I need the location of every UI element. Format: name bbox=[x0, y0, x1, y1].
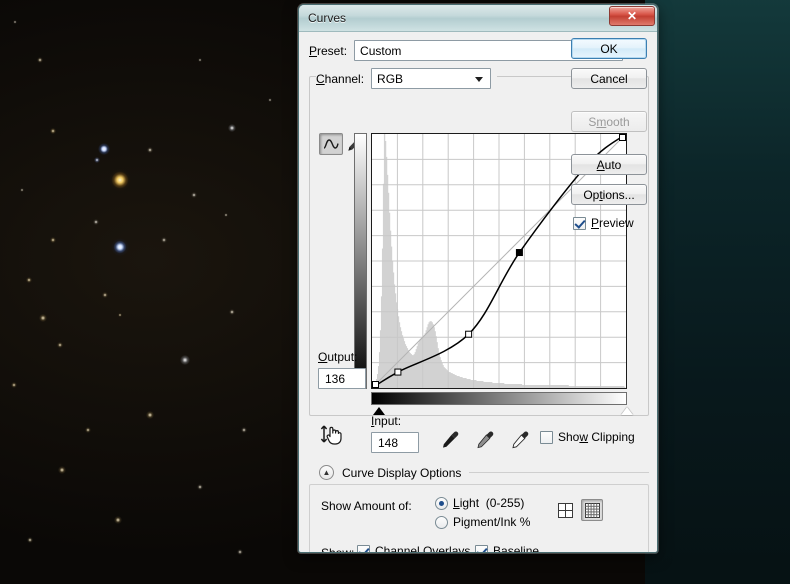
baseline-box[interactable] bbox=[475, 545, 488, 554]
grid-ten-percent-button[interactable] bbox=[581, 499, 603, 521]
dialog-body: Preset: Custom Channel: RGB bbox=[299, 32, 657, 553]
black-point-eyedropper-icon bbox=[441, 430, 460, 449]
show-clipping-checkbox[interactable]: Show Clipping bbox=[540, 430, 635, 444]
set-white-point-eyedropper[interactable] bbox=[509, 428, 531, 450]
set-gray-point-eyedropper[interactable] bbox=[474, 428, 496, 450]
channel-overlays-checkbox[interactable]: Channel Overlays bbox=[357, 544, 470, 553]
grid-2x2-icon bbox=[558, 503, 573, 518]
options-button-label: Options... bbox=[583, 188, 634, 202]
smooth-button-label: Smooth bbox=[588, 115, 629, 129]
baseline-checkbox[interactable]: Baseline bbox=[475, 544, 539, 553]
dialog-titlebar[interactable]: Curves ✕ bbox=[299, 5, 657, 32]
on-image-adjust-tool[interactable] bbox=[319, 424, 345, 453]
curves-dialog: Curves ✕ Preset: Custom Channel: RGB bbox=[298, 4, 658, 553]
preview-checkbox[interactable]: Preview bbox=[573, 216, 647, 230]
smooth-button: Smooth bbox=[571, 111, 647, 132]
grid-quarter-tone-button[interactable] bbox=[554, 499, 576, 521]
ok-button[interactable]: OK bbox=[571, 38, 647, 59]
options-button[interactable]: Options... bbox=[571, 184, 647, 205]
preset-label: Preset: bbox=[309, 44, 347, 58]
close-icon: ✕ bbox=[627, 9, 637, 23]
grid-toggle-group bbox=[554, 499, 603, 521]
eyedropper-group bbox=[439, 428, 531, 450]
auto-button[interactable]: Auto bbox=[571, 154, 647, 175]
auto-button-label: Auto bbox=[597, 158, 622, 172]
channel-row: Channel: RGB bbox=[316, 68, 497, 89]
curve-edit-icon bbox=[323, 137, 339, 151]
input-field[interactable]: 148 bbox=[371, 432, 419, 453]
curve-point[interactable] bbox=[466, 331, 472, 337]
input-gradient-bar bbox=[371, 392, 627, 405]
white-point-slider[interactable] bbox=[621, 407, 633, 415]
gray-point-eyedropper-icon bbox=[476, 430, 495, 449]
light-radio[interactable] bbox=[435, 497, 448, 510]
collapse-chevron-up-icon[interactable]: ▲ bbox=[319, 465, 334, 480]
input-block: Input: 148 bbox=[371, 414, 419, 453]
grid-4x4-icon bbox=[585, 503, 600, 518]
baseline-label: Baseline bbox=[493, 544, 539, 553]
amount-radio-group: Light (0-255) Pigment/Ink % bbox=[435, 496, 530, 529]
channel-dropdown[interactable]: RGB bbox=[371, 68, 491, 89]
input-label: Input: bbox=[371, 414, 419, 428]
show-amount-label: Show Amount of: bbox=[321, 499, 412, 513]
pigment-radio[interactable] bbox=[435, 516, 448, 529]
preview-label: Preview bbox=[591, 216, 634, 230]
input-value: 148 bbox=[378, 436, 398, 450]
dialog-button-column: OK Cancel Smooth Auto Options... Preview bbox=[571, 38, 647, 230]
set-black-point-eyedropper[interactable] bbox=[439, 428, 461, 450]
output-block: Output: 136 bbox=[318, 350, 366, 389]
output-value: 136 bbox=[325, 372, 345, 386]
curve-point-selected[interactable] bbox=[516, 250, 522, 256]
close-button[interactable]: ✕ bbox=[609, 6, 655, 26]
pigment-radio-label: Pigment/Ink % bbox=[453, 515, 530, 529]
curve-display-options-header[interactable]: ▲ Curve Display Options bbox=[319, 465, 649, 480]
curve-display-options-title: Curve Display Options bbox=[342, 466, 461, 480]
curve-point[interactable] bbox=[373, 382, 379, 388]
cancel-button[interactable]: Cancel bbox=[571, 68, 647, 89]
cancel-button-label: Cancel bbox=[590, 72, 627, 86]
output-label: Output: bbox=[318, 350, 366, 364]
pigment-radio-option[interactable]: Pigment/Ink % bbox=[435, 515, 530, 529]
channel-overlays-label: Channel Overlays bbox=[375, 544, 470, 553]
ok-button-label: OK bbox=[600, 42, 617, 56]
show-clipping-box[interactable] bbox=[540, 431, 553, 444]
light-radio-label: Light (0-255) bbox=[453, 496, 524, 510]
preview-box[interactable] bbox=[573, 217, 586, 230]
chevron-down-icon bbox=[475, 77, 483, 82]
light-radio-option[interactable]: Light (0-255) bbox=[435, 496, 530, 510]
section-divider bbox=[469, 472, 649, 473]
dialog-title: Curves bbox=[308, 11, 346, 25]
on-image-adjust-icon bbox=[319, 424, 345, 448]
channel-value: RGB bbox=[377, 72, 403, 86]
channel-overlays-box[interactable] bbox=[357, 545, 370, 554]
preset-value: Custom bbox=[360, 44, 401, 58]
output-field[interactable]: 136 bbox=[318, 368, 366, 389]
channel-label: Channel: bbox=[316, 72, 364, 86]
curve-edit-tool-button[interactable] bbox=[319, 133, 343, 155]
curve-point[interactable] bbox=[395, 369, 401, 375]
show-label: Show: bbox=[321, 546, 354, 553]
show-clipping-label: Show Clipping bbox=[558, 430, 635, 444]
white-point-eyedropper-icon bbox=[511, 430, 530, 449]
background-right-glow bbox=[645, 0, 790, 584]
